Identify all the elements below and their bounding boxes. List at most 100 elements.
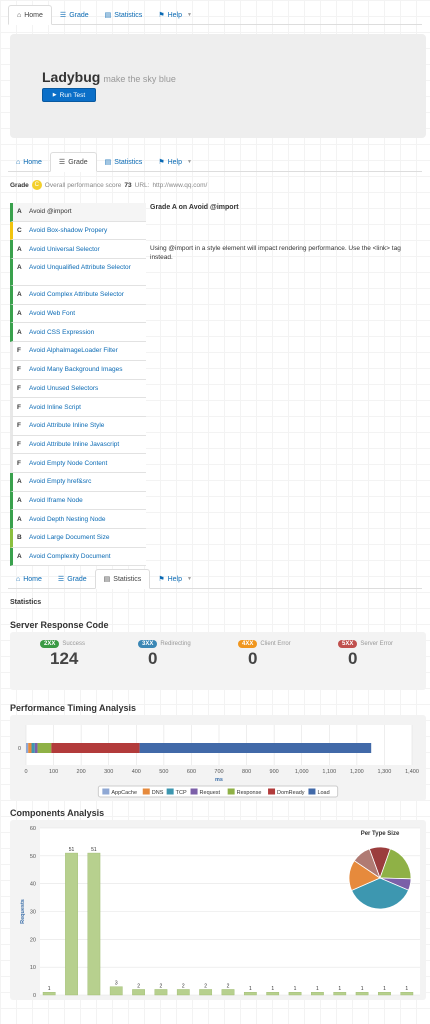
rule-item[interactable]: A Avoid Complex Attribute Selector (10, 286, 146, 305)
rule-item[interactable]: F Avoid Inline Script (10, 398, 146, 417)
rule-name[interactable]: Avoid Complex Attribute Selector (29, 291, 124, 298)
rule-name[interactable]: Avoid AlphaImageLoader Filter (29, 347, 118, 354)
statistics-heading: Statistics (10, 599, 42, 606)
hero-panel: Ladybug make the sky blue ▶ Run Test (10, 34, 426, 138)
rule-item[interactable]: A Avoid @import (10, 203, 146, 222)
component-bar (243, 992, 257, 996)
rule-item[interactable]: F Avoid Unused Selectors (10, 379, 146, 399)
tab-help[interactable]: ⚑ Help ▼ (150, 5, 200, 25)
rule-item[interactable]: A Avoid Universal Selector (10, 240, 146, 260)
rule-name[interactable]: Avoid Depth Nesting Node (29, 516, 105, 523)
timing-title: Performance Timing Analysis (10, 703, 137, 713)
rule-name[interactable]: Avoid Large Document Size (29, 534, 109, 541)
tab-statistics[interactable]: ▤ Statistics (97, 152, 151, 172)
rule-name[interactable]: Avoid CSS Expression (29, 329, 94, 336)
rule-item[interactable]: F Avoid Attribute Inline Javascript (10, 435, 146, 455)
code-label: Server Error (360, 641, 394, 647)
rule-item[interactable]: C Avoid Box-shadow Propery (10, 221, 146, 241)
rule-item[interactable]: F Avoid Many Background Images (10, 360, 146, 380)
rule-grade: F (17, 422, 21, 430)
rule-name[interactable]: Avoid Many Background Images (29, 366, 122, 373)
x-tick-label: 300 (104, 769, 113, 775)
tab-help[interactable]: ⚑ Help ▼ (150, 152, 200, 172)
list-icon: ☰ (58, 159, 66, 166)
rule-grade: A (17, 553, 22, 561)
code-badge: 2XX (40, 640, 60, 648)
timing-bar-appcache (26, 743, 29, 753)
rule-grade: F (17, 403, 21, 411)
x-tick-label: 0 (24, 769, 27, 775)
rule-name[interactable]: Avoid Inline Script (29, 404, 81, 411)
code-label: Redirecting (160, 641, 191, 647)
bar-value-label: 3 (115, 981, 118, 987)
timing-chart: 0 100 200 300 400 500 600 700 800 900 1,000 1,100 1,… (18, 725, 419, 798)
x-tick-label: 1,200 (350, 769, 364, 775)
rule-name[interactable]: Avoid Web Font (29, 310, 75, 317)
legend-label: Response (237, 790, 262, 796)
legend-swatch (227, 788, 235, 795)
component-bar (199, 989, 213, 996)
chart-icon: ▤ (103, 576, 111, 583)
detail-title: Grade A on Avoid @import (150, 204, 239, 211)
tab-grade[interactable]: ☰ Grade (49, 152, 97, 172)
rule-item[interactable]: B Avoid Large Document Size (10, 529, 146, 548)
tab-statistics[interactable]: ▤ Statistics (97, 5, 151, 25)
grade-badge: C (31, 180, 42, 190)
rule-item[interactable]: A Avoid Complexity Document (10, 547, 146, 567)
code-count: 0 (148, 649, 158, 668)
rule-name[interactable]: Avoid @import (29, 208, 72, 215)
rule-name[interactable]: Avoid Unqualified Attribute Selector (29, 264, 131, 271)
timing-bar-request (34, 743, 38, 753)
response-code-4xx: 4XX Client Error 0 (238, 640, 328, 669)
y-tick-label: 30 (30, 910, 36, 916)
rule-item[interactable]: A Avoid Empty href&src (10, 472, 146, 492)
legend-swatch (268, 788, 276, 795)
play-icon: ▶ (52, 92, 57, 98)
y-tick-label: 0 (33, 993, 36, 999)
grade-summary: Grade C Overall performance score 73 URL… (10, 180, 207, 190)
component-bar (400, 992, 414, 996)
rule-name[interactable]: Avoid Box-shadow Propery (29, 227, 107, 234)
rule-name[interactable]: Avoid Attribute Inline Style (29, 422, 104, 429)
x-tick-label: 800 (242, 769, 251, 775)
x-tick-label: 900 (270, 769, 279, 775)
rule-name[interactable]: Avoid Unused Selectors (29, 385, 98, 392)
rule-item[interactable]: A Avoid Web Font (10, 304, 146, 324)
tab-home[interactable]: ⌂ Home (8, 5, 52, 25)
x-tick-label: 700 (214, 769, 223, 775)
legend-label: AppCache (111, 790, 137, 796)
tab-home[interactable]: ⌂ Home (8, 569, 50, 589)
rule-name[interactable]: Avoid Empty Node Content (29, 460, 107, 467)
tab-grade[interactable]: ☰ Grade (52, 5, 97, 25)
x-tick-label: 500 (159, 769, 168, 775)
rule-item[interactable]: F Avoid AlphaImageLoader Filter (10, 342, 146, 361)
components-chart: 0 10 20 30 40 50 60 Requests 1 51 51 3 2 2 2 2 2 1 1 1 1 1 1 1 1… (20, 826, 420, 999)
rule-grade: B (17, 534, 22, 542)
response-code-2xx: 2XX Success 124 (40, 640, 130, 669)
rule-item[interactable]: A Avoid Unqualified Attribute Selector (10, 259, 146, 287)
rule-name[interactable]: Avoid Universal Selector (29, 246, 100, 253)
rule-name[interactable]: Avoid Attribute Inline Javascript (29, 441, 119, 448)
tab-help[interactable]: ⚑ Help ▼ (150, 569, 200, 589)
rule-name[interactable]: Avoid Iframe Node (29, 497, 83, 504)
rule-list: A Avoid @import C Avoid Box-shadow Propery A… (10, 203, 146, 567)
bar-value-label: 2 (160, 983, 163, 989)
rule-item[interactable]: A Avoid Depth Nesting Node (10, 510, 146, 529)
rule-item[interactable]: F Avoid Empty Node Content (10, 454, 146, 473)
grade-tabs: ⌂ Home ☰ Grade ▤ Statistics ⚑ Help ▼ (8, 152, 422, 172)
statistics-tabs: ⌂ Home ☰ Grade ▤ Statistics ⚑ Help ▼ (8, 569, 422, 589)
rule-item[interactable]: F Avoid Attribute Inline Style (10, 416, 146, 436)
rule-item[interactable]: A Avoid Iframe Node (10, 491, 146, 511)
tab-grade[interactable]: ☰ Grade (50, 569, 95, 589)
score-label: Overall performance score (44, 181, 122, 189)
component-bar (132, 989, 145, 996)
response-code-3xx: 3XX Redirecting 0 (138, 640, 228, 669)
rule-item[interactable]: A Avoid CSS Expression (10, 323, 146, 343)
rule-name[interactable]: Avoid Empty href&src (29, 478, 91, 485)
tab-home[interactable]: ⌂ Home (8, 152, 50, 172)
rule-name[interactable]: Avoid Complexity Document (29, 553, 111, 560)
tab-statistics[interactable]: ▤ Statistics (94, 569, 151, 589)
code-count: 0 (248, 649, 258, 668)
run-test-button[interactable]: ▶ Run Test (42, 88, 96, 102)
bar-value-label: 1 (405, 986, 408, 992)
